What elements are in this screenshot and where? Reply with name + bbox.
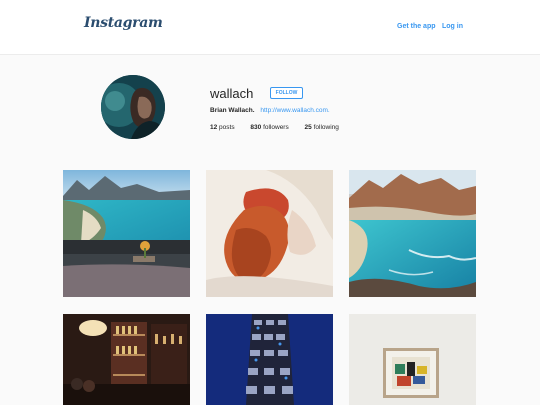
top-navigation-bar: Instagram Get the app Log in — [0, 0, 540, 55]
following-count: 25 — [304, 124, 312, 131]
followers-label: followers — [263, 124, 289, 131]
posts-stat: 12 posts — [210, 124, 235, 131]
following-stat[interactable]: 25 following — [305, 124, 339, 131]
profile-bio: Brian Wallach. http://www.wallach.com. — [210, 107, 330, 114]
post-thumbnail[interactable] — [206, 170, 333, 297]
profile-username: wallach — [210, 86, 254, 101]
following-label: following — [313, 124, 339, 131]
follow-button[interactable]: FOLLOW — [270, 87, 303, 99]
post-image-bar — [63, 314, 190, 405]
post-image-coastline — [349, 170, 476, 297]
profile-full-name: Brian Wallach. — [210, 107, 255, 114]
followers-count: 830 — [250, 124, 262, 131]
profile-avatar[interactable] — [101, 75, 165, 139]
post-image-bay — [63, 170, 190, 297]
post-thumbnail[interactable] — [349, 170, 476, 297]
post-thumbnail[interactable] — [63, 314, 190, 405]
post-thumbnail[interactable] — [63, 170, 190, 297]
instagram-logo[interactable]: Instagram — [84, 15, 163, 31]
post-thumbnail[interactable] — [349, 314, 476, 405]
log-in-link[interactable]: Log in — [442, 23, 463, 30]
followers-stat[interactable]: 830 followers — [250, 124, 288, 131]
post-image-portrait — [206, 170, 333, 297]
post-thumbnail[interactable] — [206, 314, 333, 405]
get-the-app-link[interactable]: Get the app — [397, 23, 436, 30]
profile-stats: 12 posts 830 followers 25 following — [210, 124, 353, 131]
posts-label: posts — [219, 124, 235, 131]
posts-count: 12 — [210, 124, 218, 131]
post-image-painting — [349, 314, 476, 405]
avatar-photo — [101, 75, 165, 139]
profile-website-link[interactable]: http://www.wallach.com. — [260, 107, 329, 114]
post-image-radio-tower — [206, 314, 333, 405]
